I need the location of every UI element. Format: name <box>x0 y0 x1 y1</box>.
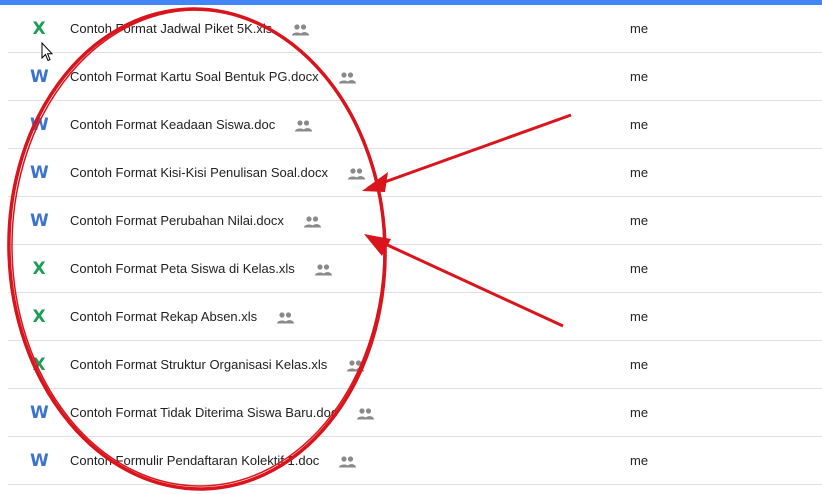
owner-cell: me <box>630 309 649 324</box>
file-row[interactable]: X Contoh Format Rekap Absen.xls me <box>8 293 822 341</box>
file-name-cell: Contoh Format Tidak Diterima Siswa Baru.… <box>70 405 375 420</box>
excel-sheet-icon: X <box>32 354 46 375</box>
shared-people-icon <box>303 215 321 227</box>
word-doc-icon: W <box>30 402 49 423</box>
file-name-cell: Contoh Format Keadaan Siswa.doc <box>70 117 313 132</box>
excel-sheet-icon: X <box>32 258 46 279</box>
file-name-cell: Contoh Format Kisi-Kisi Penulisan Soal.d… <box>70 165 365 180</box>
shared-people-icon <box>357 407 375 419</box>
shared-people-icon <box>292 23 310 35</box>
file-row[interactable]: W Contoh Format Kartu Soal Bentuk PG.doc… <box>8 53 822 101</box>
shared-people-icon <box>295 119 313 131</box>
owner-cell: me <box>630 165 649 180</box>
file-name-cell: Contoh Format Jadwal Piket 5K.xls <box>70 21 310 36</box>
shared-people-icon <box>338 71 356 83</box>
excel-sheet-icon: X <box>32 18 46 39</box>
shared-people-icon <box>277 311 295 323</box>
file-name[interactable]: Contoh Format Jadwal Piket 5K.xls <box>70 21 272 36</box>
shared-people-icon <box>314 263 332 275</box>
file-name-cell: Contoh Format Kartu Soal Bentuk PG.docx <box>70 69 356 84</box>
file-row[interactable]: X Contoh Format Struktur Organisasi Kela… <box>8 341 822 389</box>
file-name[interactable]: Contoh Format Keadaan Siswa.doc <box>70 117 275 132</box>
file-name[interactable]: Contoh Format Struktur Organisasi Kelas.… <box>70 357 327 372</box>
file-name-cell: Contoh Format Struktur Organisasi Kelas.… <box>70 357 365 372</box>
owner-cell: me <box>630 357 649 372</box>
owner-cell: me <box>630 117 649 132</box>
word-doc-icon: W <box>30 66 49 87</box>
owner-cell: me <box>630 21 649 36</box>
file-row[interactable]: X Contoh Format Peta Siswa di Kelas.xls … <box>8 245 822 293</box>
file-row[interactable]: W Contoh Format Tidak Diterima Siswa Bar… <box>8 389 822 437</box>
file-name[interactable]: Contoh Format Tidak Diterima Siswa Baru.… <box>70 405 337 420</box>
owner-cell: me <box>630 261 649 276</box>
file-name[interactable]: Contoh Format Perubahan Nilai.docx <box>70 213 284 228</box>
left-gutter <box>0 5 8 494</box>
file-row[interactable]: W Contoh Format Kisi-Kisi Penulisan Soal… <box>8 149 822 197</box>
owner-cell: me <box>630 453 649 468</box>
file-list: X Contoh Format Jadwal Piket 5K.xls me W… <box>8 5 822 485</box>
file-name-cell: Contoh Format Perubahan Nilai.docx <box>70 213 321 228</box>
file-row[interactable]: W Contoh Formulir Pendaftaran Kolektif 1… <box>8 437 822 485</box>
owner-cell: me <box>630 69 649 84</box>
file-row[interactable]: W Contoh Format Perubahan Nilai.docx me <box>8 197 822 245</box>
file-name[interactable]: Contoh Formulir Pendaftaran Kolektif 1.d… <box>70 453 319 468</box>
file-row[interactable]: W Contoh Format Keadaan Siswa.doc me <box>8 101 822 149</box>
file-name-cell: Contoh Formulir Pendaftaran Kolektif 1.d… <box>70 453 357 468</box>
excel-sheet-icon: X <box>32 306 46 327</box>
shared-people-icon <box>347 167 365 179</box>
owner-cell: me <box>630 213 649 228</box>
file-name[interactable]: Contoh Format Kisi-Kisi Penulisan Soal.d… <box>70 165 328 180</box>
word-doc-icon: W <box>30 210 49 231</box>
file-name-cell: Contoh Format Rekap Absen.xls <box>70 309 295 324</box>
file-row[interactable]: X Contoh Format Jadwal Piket 5K.xls me <box>8 5 822 53</box>
file-name[interactable]: Contoh Format Peta Siswa di Kelas.xls <box>70 261 295 276</box>
word-doc-icon: W <box>30 450 49 471</box>
shared-people-icon <box>347 359 365 371</box>
shared-people-icon <box>339 455 357 467</box>
file-name-cell: Contoh Format Peta Siswa di Kelas.xls <box>70 261 332 276</box>
word-doc-icon: W <box>30 114 49 135</box>
file-name[interactable]: Contoh Format Rekap Absen.xls <box>70 309 257 324</box>
file-name[interactable]: Contoh Format Kartu Soal Bentuk PG.docx <box>70 69 319 84</box>
word-doc-icon: W <box>30 162 49 183</box>
owner-cell: me <box>630 405 649 420</box>
